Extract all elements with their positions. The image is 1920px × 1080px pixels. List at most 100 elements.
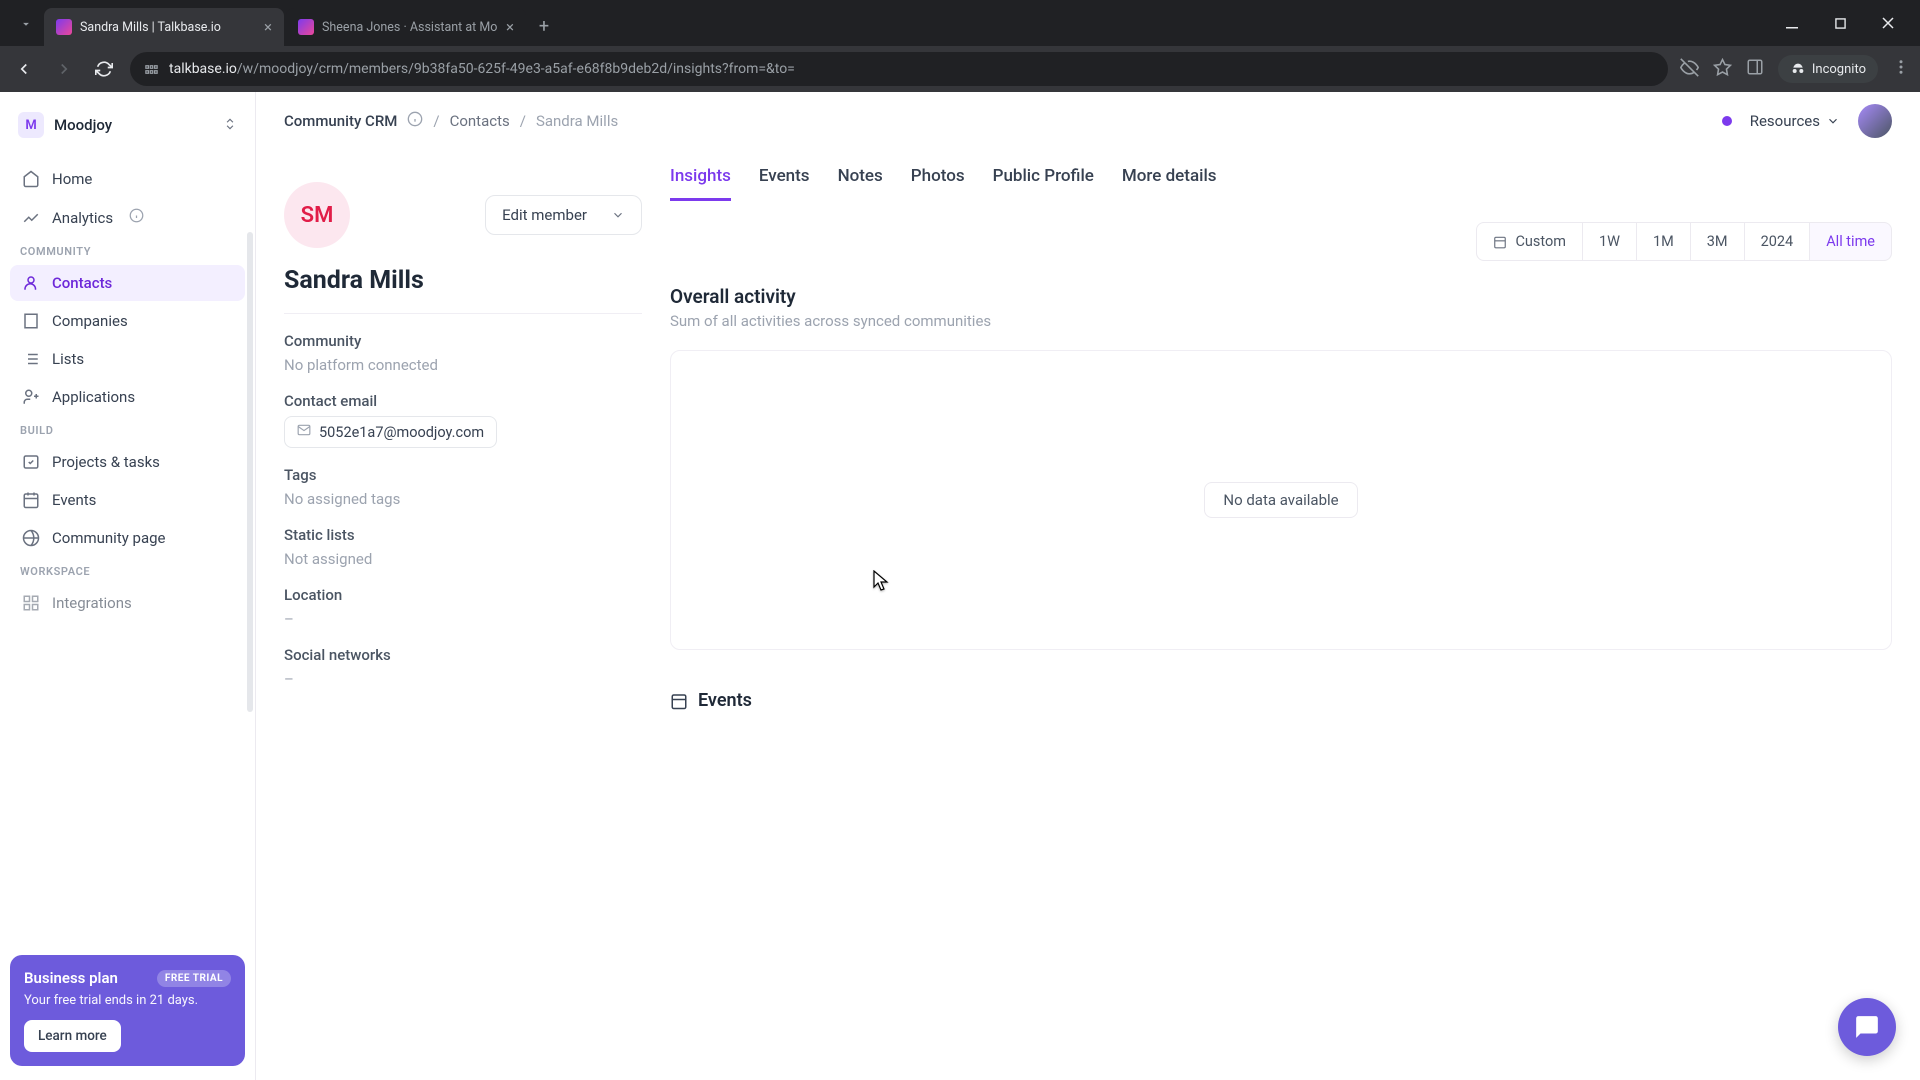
insights-panel: Insights Events Notes Photos Public Prof… bbox=[670, 160, 1892, 711]
tab-title: Sandra Mills | Talkbase.io bbox=[80, 20, 256, 35]
range-1m-button[interactable]: 1M bbox=[1636, 222, 1691, 261]
range-all-time-button[interactable]: All time bbox=[1809, 222, 1892, 261]
browser-menu-icon[interactable] bbox=[1892, 58, 1910, 80]
projects-icon bbox=[22, 453, 40, 471]
sidebar-item-contacts[interactable]: Contacts bbox=[10, 265, 245, 301]
activity-chart: No data available bbox=[670, 350, 1892, 650]
breadcrumb-root[interactable]: Community CRM bbox=[284, 112, 397, 130]
workspace-selector[interactable]: M Moodjoy bbox=[10, 106, 245, 144]
site-settings-icon[interactable] bbox=[144, 62, 159, 77]
field-label-email: Contact email bbox=[284, 392, 642, 410]
sidebar-item-label: Companies bbox=[52, 312, 128, 330]
star-icon[interactable] bbox=[1713, 58, 1732, 81]
trial-subtitle: Your free trial ends in 21 days. bbox=[24, 993, 231, 1008]
maximize-icon[interactable] bbox=[1820, 8, 1860, 38]
field-label-lists: Static lists bbox=[284, 526, 642, 544]
breadcrumb-current: Sandra Mills bbox=[536, 112, 618, 130]
no-data-label: No data available bbox=[1204, 482, 1357, 518]
sidebar-section-build: BUILD bbox=[10, 416, 245, 443]
member-tabs: Insights Events Notes Photos Public Prof… bbox=[670, 160, 1892, 202]
close-icon[interactable]: × bbox=[506, 18, 514, 36]
sidebar-item-events[interactable]: Events bbox=[10, 482, 245, 518]
tab-events[interactable]: Events bbox=[759, 160, 810, 201]
resources-dropdown[interactable]: Resources bbox=[1750, 112, 1840, 130]
field-value-community: No platform connected bbox=[284, 356, 642, 374]
breadcrumb-contacts[interactable]: Contacts bbox=[450, 112, 510, 130]
tab-more-details[interactable]: More details bbox=[1122, 160, 1217, 201]
info-icon[interactable] bbox=[407, 111, 423, 131]
sidebar-item-lists[interactable]: Lists bbox=[10, 341, 245, 377]
email-chip[interactable]: 5052e1a7@moodjoy.com bbox=[284, 416, 497, 448]
sidebar-item-home[interactable]: Home bbox=[10, 161, 245, 197]
member-avatar: SM bbox=[284, 182, 350, 248]
url-text: talkbase.io/w/moodjoy/crm/members/9b38fa… bbox=[169, 61, 795, 77]
range-year-button[interactable]: 2024 bbox=[1744, 222, 1811, 261]
globe-icon bbox=[22, 529, 40, 547]
chat-fab-button[interactable] bbox=[1838, 998, 1896, 1056]
breadcrumb: Community CRM / Contacts / Sandra Mills bbox=[284, 111, 618, 131]
range-3m-button[interactable]: 3M bbox=[1690, 222, 1745, 261]
status-dot-icon[interactable] bbox=[1722, 116, 1732, 126]
chat-icon bbox=[1854, 1014, 1880, 1040]
panel-icon[interactable] bbox=[1746, 58, 1764, 80]
minimize-icon[interactable] bbox=[1772, 8, 1812, 38]
range-custom-button[interactable]: Custom bbox=[1476, 222, 1583, 261]
events-section-header: Events bbox=[670, 690, 1892, 711]
favicon-icon bbox=[56, 19, 72, 35]
member-card: SM Edit member Sandra Mills Community No … bbox=[284, 160, 642, 711]
sidebar-item-label: Community page bbox=[52, 529, 166, 547]
browser-tab-inactive[interactable]: Sheena Jones · Assistant at Mo × bbox=[286, 8, 526, 46]
eye-off-icon[interactable] bbox=[1680, 58, 1699, 81]
reload-icon[interactable] bbox=[90, 55, 118, 83]
sidebar-item-label: Contacts bbox=[52, 274, 112, 292]
activity-title: Overall activity bbox=[670, 285, 1892, 308]
learn-more-button[interactable]: Learn more bbox=[24, 1020, 121, 1052]
sidebar-item-label: Events bbox=[52, 491, 96, 509]
close-icon[interactable]: × bbox=[264, 18, 272, 36]
calendar-icon bbox=[1493, 235, 1507, 249]
topbar: Community CRM / Contacts / Sandra Mills … bbox=[256, 92, 1920, 150]
incognito-badge[interactable]: Incognito bbox=[1778, 55, 1878, 83]
info-icon[interactable] bbox=[129, 208, 144, 227]
close-window-icon[interactable] bbox=[1868, 8, 1908, 38]
field-value-location: – bbox=[284, 610, 642, 628]
back-icon[interactable] bbox=[10, 55, 38, 83]
email-value: 5052e1a7@moodjoy.com bbox=[319, 424, 484, 441]
edit-member-button[interactable]: Edit member bbox=[485, 195, 642, 235]
url-input[interactable]: talkbase.io/w/moodjoy/crm/members/9b38fa… bbox=[130, 52, 1668, 86]
field-value-tags: No assigned tags bbox=[284, 490, 642, 508]
tab-public-profile[interactable]: Public Profile bbox=[993, 160, 1094, 201]
sidebar-item-analytics[interactable]: Analytics bbox=[10, 199, 245, 236]
trial-card: Business plan FREE TRIAL Your free trial… bbox=[10, 955, 245, 1066]
sidebar-item-projects[interactable]: Projects & tasks bbox=[10, 444, 245, 480]
incognito-icon bbox=[1790, 61, 1806, 77]
chevron-updown-icon bbox=[223, 116, 237, 135]
tab-insights[interactable]: Insights bbox=[670, 160, 731, 201]
tab-notes[interactable]: Notes bbox=[838, 160, 883, 201]
new-tab-button[interactable]: + bbox=[528, 10, 560, 42]
user-avatar[interactable] bbox=[1858, 104, 1892, 138]
sidebar-item-integrations[interactable]: Integrations bbox=[10, 585, 245, 621]
events-icon bbox=[22, 491, 40, 509]
sidebar-item-label: Lists bbox=[52, 350, 84, 368]
chevron-down-icon bbox=[611, 208, 625, 222]
workspace-avatar: M bbox=[18, 112, 44, 138]
sidebar-item-applications[interactable]: Applications bbox=[10, 379, 245, 415]
sidebar-item-community-page[interactable]: Community page bbox=[10, 520, 245, 556]
contacts-icon bbox=[22, 274, 40, 292]
mail-icon bbox=[297, 423, 311, 441]
field-label-location: Location bbox=[284, 586, 642, 604]
workspace-name: Moodjoy bbox=[54, 116, 213, 134]
member-name: Sandra Mills bbox=[284, 266, 642, 295]
range-1w-button[interactable]: 1W bbox=[1582, 222, 1637, 261]
favicon-icon bbox=[298, 19, 314, 35]
tab-photos[interactable]: Photos bbox=[911, 160, 965, 201]
sidebar-item-companies[interactable]: Companies bbox=[10, 303, 245, 339]
home-icon bbox=[22, 170, 40, 188]
scrollbar[interactable] bbox=[247, 232, 253, 712]
tab-search-dropdown[interactable] bbox=[8, 6, 44, 42]
field-label-community: Community bbox=[284, 332, 642, 350]
divider bbox=[284, 313, 642, 314]
trial-title: Business plan bbox=[24, 969, 118, 987]
browser-tab-active[interactable]: Sandra Mills | Talkbase.io × bbox=[44, 8, 284, 46]
